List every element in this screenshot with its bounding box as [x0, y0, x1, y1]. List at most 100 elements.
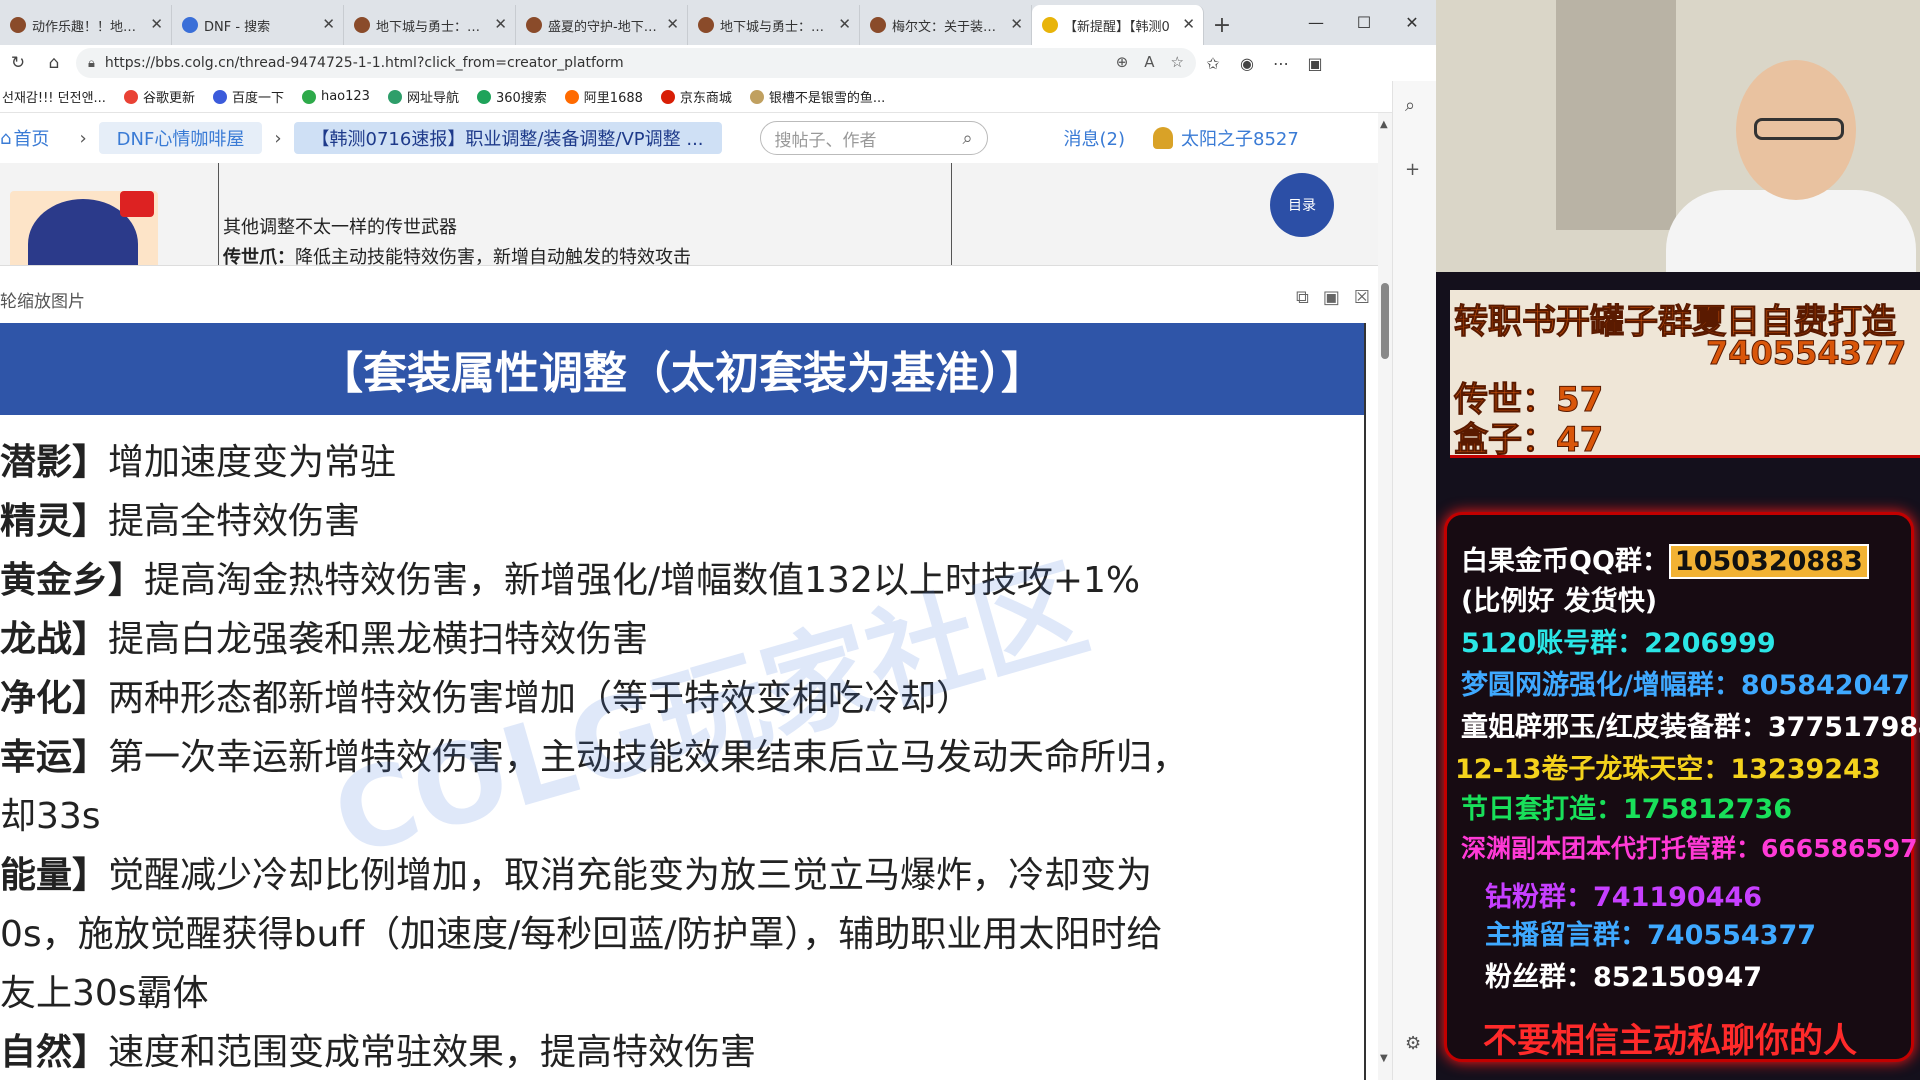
dnf-favicon-icon: [526, 17, 542, 33]
promo-line: 740554377: [1705, 334, 1907, 373]
tab-title: 地下城与勇士：创新: [720, 19, 829, 35]
messages-link[interactable]: 消息(2): [1064, 125, 1126, 151]
scroll-down-icon[interactable]: ▼: [1380, 1053, 1388, 1064]
breadcrumb-board[interactable]: DNF心情咖啡屋: [98, 122, 263, 154]
image-zoom-bar: 轮缩放图片 ⧉ ▣ ☒: [0, 283, 1378, 315]
page-scrollbar[interactable]: ▲ ▼: [1378, 113, 1392, 1080]
360-search-icon: [476, 89, 491, 104]
browser-tab-7-active[interactable]: 【新提醒】【韩测0 ✕: [1032, 5, 1204, 45]
group-line: 钻粉群：741190446: [1485, 875, 1762, 914]
bookmark-item[interactable]: 선재감!!! 던전앤...: [2, 87, 106, 106]
group-label: 梦圆网游强化/增幅群：: [1461, 670, 1741, 701]
close-icon[interactable]: ✕: [666, 15, 679, 33]
article-line: 黄金乡】提高淘金热特效伤害，新增强化/增幅数值132以上时技攻+1%: [0, 551, 1364, 610]
url-field[interactable]: 🔒︎ https://bbs.colg.cn/thread-9474725-1-…: [76, 48, 1196, 78]
breadcrumb-home[interactable]: ⌂ 首页: [0, 122, 67, 154]
edge-sidebar: ⌕ + ⚙: [1392, 81, 1436, 1080]
group-number: 377517984: [1767, 712, 1920, 743]
streamer-shirt: [1666, 190, 1916, 272]
tab-title: 梅尔文：关于装备与: [892, 19, 1001, 35]
group-line: 12-13卷子龙珠天空：13239243: [1455, 747, 1881, 786]
avatar-bow: [120, 191, 154, 217]
article-line: 潜影】增加速度变为常驻: [0, 433, 1364, 492]
forum-search-input[interactable]: 搜帖子、作者 ⌕: [759, 121, 988, 155]
breadcrumb-home-label: 首页: [13, 129, 50, 150]
home-icon[interactable]: ⌂: [36, 48, 72, 78]
close-window-icon[interactable]: ✕: [1388, 0, 1436, 45]
more-menu-icon[interactable]: ⋯: [1264, 48, 1298, 78]
zoom-icon[interactable]: ⊕: [1116, 53, 1129, 71]
webcam-door: [1556, 0, 1676, 230]
toc-button[interactable]: 目录: [1270, 173, 1334, 237]
set-desc: 速度和范围变成常驻效果，提高特效伤害: [108, 1032, 757, 1073]
bookmark-item[interactable]: 360搜索: [476, 87, 547, 106]
article-line: 龙战】提高白龙强袭和黑龙横扫特效伤害: [0, 610, 1364, 669]
article-line: 却33s: [0, 787, 1364, 846]
group-label: 深渊副本团本代打托管群：: [1461, 834, 1762, 863]
scrollbar-thumb[interactable]: [1381, 283, 1389, 359]
dnf-favicon-icon: [354, 17, 370, 33]
lock-icon[interactable]: 🔒︎: [88, 56, 95, 71]
preview-text: 降低主动技能特效伤害，新增自动触发的特效攻击: [295, 247, 691, 266]
minimize-icon[interactable]: —: [1292, 0, 1340, 45]
screen: 动作乐趣！！地下城 ✕ DNF - 搜索 ✕ 地下城与勇士：创新 ✕ 盛夏的守护…: [0, 0, 1920, 1080]
close-icon[interactable]: ✕: [838, 15, 851, 33]
set-desc: 提高淘金热特效伤害，新增强化/增幅数值132以上时技攻+1%: [144, 560, 1141, 601]
set-tag: 自然】: [0, 1032, 109, 1073]
browser-tab-4[interactable]: 盛夏的守护-地下城与 ✕: [516, 5, 688, 45]
add-icon[interactable]: +: [1405, 159, 1420, 180]
article-line: 0s，施放觉醒获得buff（加速度/每秒回蓝/防护罩），辅助职业用太阳时给: [0, 905, 1364, 964]
bookmark-item[interactable]: 银槽不是银雪的鱼...: [749, 87, 885, 106]
new-tab-button[interactable]: +: [1204, 5, 1240, 45]
breadcrumb-thread[interactable]: 【韩测0716速报】职业调整/装备调整/VP调整 ...: [293, 122, 722, 154]
group-number: 2206999: [1644, 628, 1776, 659]
article-line: 友上30s霸体: [0, 964, 1364, 1023]
webcam-feed: [1436, 0, 1920, 272]
favorites-icon[interactable]: ✩: [1196, 48, 1230, 78]
browser-tab-3[interactable]: 地下城与勇士：创新 ✕: [344, 5, 516, 45]
bookmark-item[interactable]: hao123: [301, 89, 370, 104]
scroll-up-icon[interactable]: ▲: [1380, 119, 1388, 130]
sidebar-toggle-icon[interactable]: ▣: [1298, 48, 1332, 78]
bookmark-item[interactable]: 百度一下: [212, 87, 284, 106]
bookmark-item[interactable]: 谷歌更新: [123, 87, 195, 106]
close-icon[interactable]: ✕: [322, 15, 335, 33]
search-icon[interactable]: ⌕: [962, 128, 972, 149]
maximize-icon[interactable]: ☐: [1340, 0, 1388, 45]
search-icon[interactable]: ⌕: [1405, 95, 1415, 116]
browser-tab-2[interactable]: DNF - 搜索 ✕: [172, 5, 344, 45]
promo-banner: 转职书开罐子群夏日自费打造 740554377 传世：57 盒子：47: [1450, 290, 1920, 458]
baidu-paw-icon: [212, 89, 227, 104]
read-aloud-icon[interactable]: A: [1144, 53, 1154, 71]
article-line: 自然】速度和范围变成常驻效果，提高特效伤害: [0, 1023, 1364, 1080]
close-icon[interactable]: ✕: [1010, 15, 1023, 33]
user-menu[interactable]: 太阳之子8527: [1153, 125, 1299, 151]
dnf-favicon-icon: [10, 17, 26, 33]
browser-tab-6[interactable]: 梅尔文：关于装备与 ✕: [860, 5, 1032, 45]
bookmark-label: 360搜索: [495, 91, 547, 106]
reload-icon[interactable]: ↻: [0, 48, 36, 78]
group-line: 节日套打造：175812736: [1461, 787, 1792, 826]
bookmark-item[interactable]: 网址导航: [387, 87, 459, 106]
open-external-icon[interactable]: ⧉: [1296, 287, 1309, 308]
settings-gear-icon[interactable]: ⚙: [1405, 1033, 1421, 1054]
bookmark-item[interactable]: 阿里1688: [564, 87, 643, 106]
bookmark-item[interactable]: 京东商城: [660, 87, 732, 106]
close-image-icon[interactable]: ☒: [1354, 287, 1370, 308]
close-icon[interactable]: ✕: [1182, 15, 1195, 33]
browser-tab-1[interactable]: 动作乐趣！！地下城 ✕: [0, 5, 172, 45]
close-icon[interactable]: ✕: [150, 15, 163, 33]
group-number: 13239243: [1730, 754, 1881, 785]
profile-avatar-icon[interactable]: ◉: [1230, 48, 1264, 78]
close-icon[interactable]: ✕: [494, 15, 507, 33]
group-number-highlight: 1050320883: [1668, 544, 1869, 579]
fish-icon: [749, 89, 764, 104]
group-label: (比例好 发货快): [1461, 586, 1658, 617]
group-number: 666586597: [1761, 834, 1918, 863]
avatar[interactable]: [10, 191, 158, 265]
fit-window-icon[interactable]: ▣: [1323, 287, 1340, 308]
favorite-star-icon[interactable]: ☆: [1171, 53, 1184, 71]
nav-home-icon: [387, 89, 402, 104]
article-image: 【套装属性调整（太初套装为基准）】 潜影】增加速度变为常驻 精灵】提高全特效伤害…: [0, 323, 1366, 1080]
browser-tab-5[interactable]: 地下城与勇士：创新 ✕: [688, 5, 860, 45]
